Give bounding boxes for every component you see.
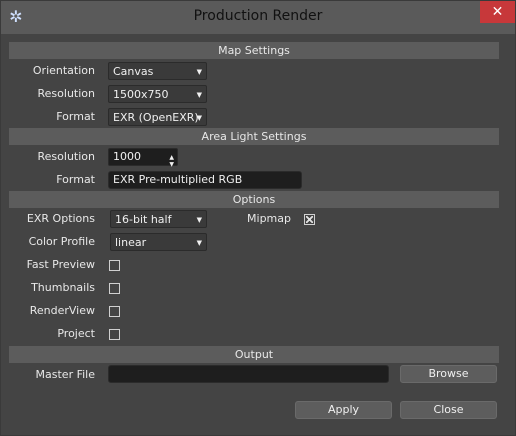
project-checkbox[interactable] bbox=[109, 329, 120, 340]
area-light-resolution-value: 1000 bbox=[113, 150, 141, 163]
production-render-window: ✲ Production Render ✕ Map Settings Orien… bbox=[0, 0, 516, 436]
chevron-down-icon: ▼ bbox=[196, 68, 202, 76]
renderview-checkbox[interactable] bbox=[109, 306, 120, 317]
thumbnails-label: Thumbnails bbox=[31, 281, 95, 294]
section-header-map-settings: Map Settings bbox=[9, 42, 499, 59]
orientation-dropdown[interactable]: Canvas ▼ bbox=[108, 62, 207, 80]
area-light-format-label: Format bbox=[56, 173, 95, 186]
map-resolution-label: Resolution bbox=[37, 87, 95, 100]
color-profile-dropdown[interactable]: linear ▼ bbox=[110, 233, 207, 251]
section-header-area-light-settings: Area Light Settings bbox=[9, 128, 499, 145]
fast-preview-label: Fast Preview bbox=[26, 258, 95, 271]
map-format-dropdown[interactable]: EXR (OpenEXR) ▼ bbox=[108, 108, 207, 126]
master-file-field[interactable] bbox=[108, 365, 389, 383]
color-profile-value: linear bbox=[115, 236, 147, 249]
area-light-resolution-spinner[interactable]: 1000 ▲ ▼ bbox=[108, 148, 178, 168]
map-resolution-value: 1500x750 bbox=[113, 88, 169, 101]
chevron-down-icon: ▼ bbox=[196, 216, 202, 224]
mipmap-checkbox[interactable] bbox=[304, 214, 315, 225]
title-bar[interactable]: ✲ Production Render ✕ bbox=[1, 1, 515, 34]
master-file-label: Master File bbox=[35, 368, 95, 381]
project-label: Project bbox=[57, 327, 95, 340]
close-button[interactable]: Close bbox=[400, 401, 497, 419]
area-light-resolution-label: Resolution bbox=[37, 150, 95, 163]
orientation-label: Orientation bbox=[32, 64, 95, 77]
exr-options-label: EXR Options bbox=[26, 212, 95, 225]
section-header-options: Options bbox=[9, 191, 499, 208]
map-format-value: EXR (OpenEXR) bbox=[113, 111, 199, 124]
window-title: Production Render bbox=[193, 8, 323, 24]
apply-button[interactable]: Apply bbox=[295, 401, 392, 419]
dialog-content: Map Settings Orientation Canvas ▼ Resolu… bbox=[9, 34, 507, 427]
renderview-label: RenderView bbox=[29, 304, 95, 317]
close-window-button[interactable]: ✕ bbox=[480, 1, 515, 23]
mipmap-label: Mipmap bbox=[247, 212, 291, 225]
exr-options-value: 16-bit half bbox=[115, 213, 172, 226]
color-profile-label: Color Profile bbox=[28, 235, 95, 248]
chevron-down-icon: ▼ bbox=[196, 91, 202, 99]
area-light-format-field[interactable]: EXR Pre-multiplied RGB bbox=[108, 171, 302, 189]
thumbnails-checkbox[interactable] bbox=[109, 283, 120, 294]
fast-preview-checkbox[interactable] bbox=[109, 260, 120, 271]
exr-options-dropdown[interactable]: 16-bit half ▼ bbox=[110, 210, 207, 228]
map-resolution-dropdown[interactable]: 1500x750 ▼ bbox=[108, 85, 207, 103]
section-header-output: Output bbox=[9, 346, 499, 363]
browse-button[interactable]: Browse bbox=[400, 365, 497, 383]
orientation-value: Canvas bbox=[113, 65, 154, 78]
map-format-label: Format bbox=[56, 110, 95, 123]
chevron-down-icon: ▼ bbox=[196, 239, 202, 247]
chevron-down-icon: ▼ bbox=[196, 114, 202, 122]
